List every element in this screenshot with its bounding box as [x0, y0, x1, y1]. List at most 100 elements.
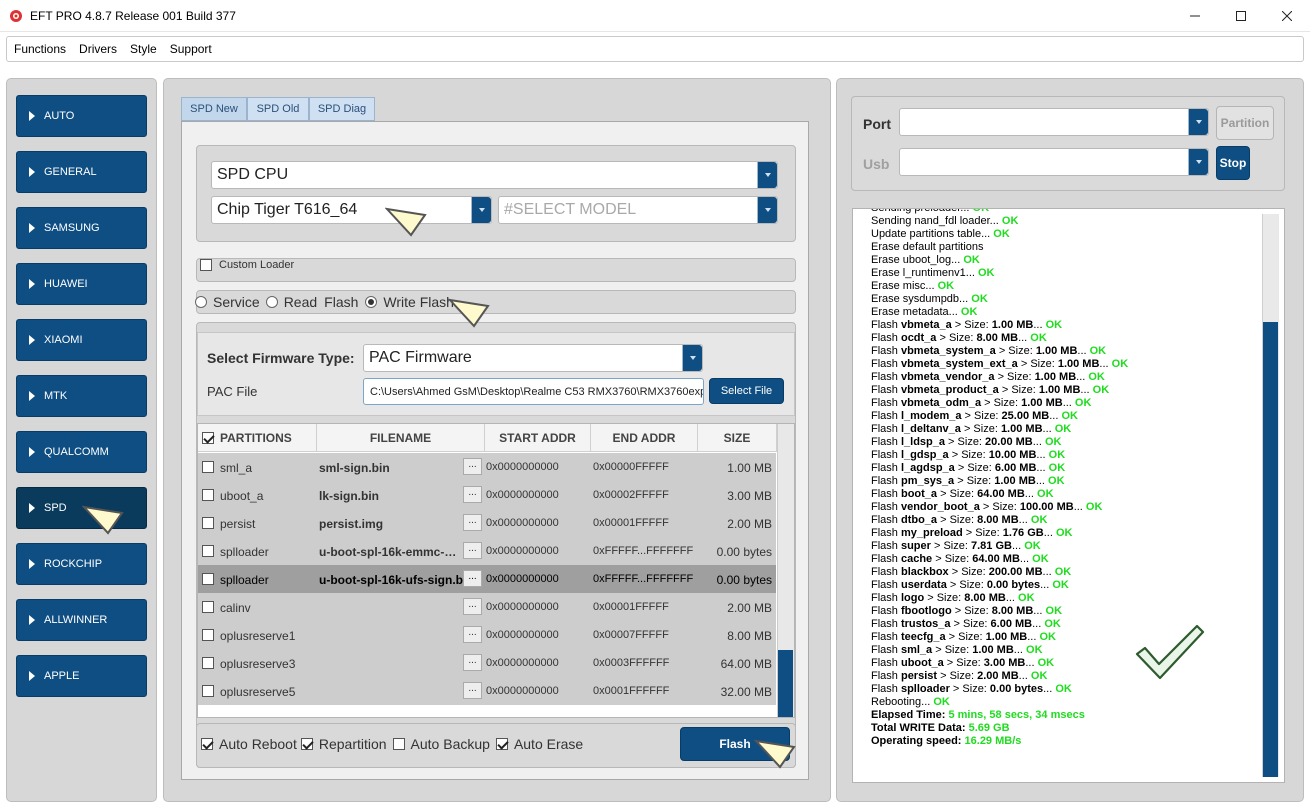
log-bold: my_preload	[900, 527, 963, 539]
row-checkbox[interactable]	[202, 601, 214, 613]
sidebar-item-mtk[interactable]: MTK	[16, 375, 147, 417]
auto-backup-checkbox[interactable]	[392, 738, 405, 750]
stop-button[interactable]: Stop	[1216, 146, 1250, 180]
minimize-icon	[1190, 15, 1200, 17]
log-bold: 1.00 MB	[1000, 423, 1043, 435]
browse-button[interactable]: ...	[463, 654, 482, 671]
table-row[interactable]: splloader u-boot-spl-16k-emmc-… ... 0x00…	[198, 537, 776, 565]
row-size: 2.00 MB	[727, 601, 772, 615]
log-bold: 1.00 MB	[1034, 371, 1077, 383]
sidebar-item-general[interactable]: GENERAL	[16, 151, 147, 193]
row-end-addr: 0x0001FFFFFF	[593, 685, 670, 697]
log-scrollbar-thumb[interactable]	[1263, 322, 1278, 777]
row-checkbox[interactable]	[202, 573, 214, 585]
log-text: > Size:	[945, 631, 986, 643]
sidebar-item-xiaomi[interactable]: XIAOMI	[16, 319, 147, 361]
write-flash-radio[interactable]	[365, 296, 378, 308]
chip-select[interactable]: Chip Tiger T616_64	[211, 196, 492, 224]
close-button[interactable]	[1264, 0, 1310, 32]
row-checkbox[interactable]	[202, 545, 214, 557]
sidebar-item-samsung[interactable]: SAMSUNG	[16, 207, 147, 249]
tab-spd-old[interactable]: SPD Old	[247, 97, 309, 121]
browse-button[interactable]: ...	[463, 514, 482, 531]
auto-reboot-checkbox[interactable]	[201, 738, 213, 750]
minimize-button[interactable]	[1172, 0, 1218, 32]
browse-button[interactable]: ...	[463, 598, 482, 615]
select-all-checkbox[interactable]	[202, 431, 214, 444]
usb-select[interactable]	[899, 148, 1209, 176]
log-bold: Total WRITE Data:	[871, 722, 966, 734]
read-radio[interactable]	[265, 296, 278, 308]
row-checkbox[interactable]	[202, 489, 214, 501]
col-partitions-header[interactable]: PARTITIONS	[198, 424, 317, 452]
table-row[interactable]: oplusreserve3 ... 0x0000000000 0x0003FFF…	[198, 649, 776, 677]
sidebar-item-label: GENERAL	[44, 166, 97, 178]
log-text: Flash	[871, 540, 901, 552]
log-text: Erase uboot_log...	[871, 254, 964, 266]
auto-erase-checkbox[interactable]	[495, 738, 508, 750]
log-bold: 10.00 MB	[988, 449, 1037, 461]
log-line: Erase default partitions	[871, 241, 1276, 254]
log-text: ...	[1013, 644, 1027, 656]
table-row[interactable]: sml_a sml-sign.bin ... 0x0000000000 0x00…	[198, 453, 776, 481]
log-bold: 1.00 MB	[1038, 384, 1081, 396]
browse-button[interactable]: ...	[463, 542, 482, 559]
log-bold: l_gdsp_a	[900, 449, 949, 461]
sidebar-item-auto[interactable]: AUTO	[16, 95, 147, 137]
menu-style[interactable]: Style	[130, 42, 157, 56]
menu-drivers[interactable]: Drivers	[79, 42, 117, 56]
table-scrollbar-thumb[interactable]	[778, 650, 793, 717]
pac-file-field[interactable]	[363, 378, 704, 405]
row-checkbox[interactable]	[202, 461, 214, 473]
port-select[interactable]	[899, 108, 1209, 136]
col-end-header[interactable]: END ADDR	[591, 424, 698, 452]
tab-spd-diag[interactable]: SPD Diag	[309, 97, 375, 121]
table-row[interactable]: calinv ... 0x0000000000 0x00001FFFFF 2.0…	[198, 593, 776, 621]
row-checkbox[interactable]	[202, 629, 214, 641]
log-ok: OK	[978, 267, 995, 279]
model-select[interactable]: #SELECT MODEL	[498, 196, 778, 224]
col-size-header[interactable]: SIZE	[698, 424, 777, 452]
table-row[interactable]: uboot_a lk-sign.bin ... 0x0000000000 0x0…	[198, 481, 776, 509]
browse-button[interactable]: ...	[463, 682, 482, 699]
partition-button[interactable]: Partition	[1216, 106, 1274, 140]
log-text: > Size:	[943, 657, 984, 669]
table-row[interactable]: oplusreserve5 ... 0x0000000000 0x0001FFF…	[198, 677, 776, 705]
log-line: Erase uboot_log... OK	[871, 254, 1276, 267]
browse-button[interactable]: ...	[463, 486, 482, 503]
caret-right-icon	[29, 503, 35, 513]
table-row[interactable]: persist persist.img ... 0x0000000000 0x0…	[198, 509, 776, 537]
tab-spd-new[interactable]: SPD New	[181, 97, 247, 121]
log-text: Flash	[871, 384, 901, 396]
custom-loader-checkbox[interactable]	[200, 259, 212, 271]
sidebar-item-rockchip[interactable]: ROCKCHIP	[16, 543, 147, 585]
browse-button[interactable]: ...	[463, 570, 482, 587]
table-row[interactable]: oplusreserve1 ... 0x0000000000 0x00007FF…	[198, 621, 776, 649]
browse-button[interactable]: ...	[463, 626, 482, 643]
log-text: Flash	[871, 423, 901, 435]
row-checkbox[interactable]	[202, 517, 214, 529]
col-filename-header[interactable]: FILENAME	[317, 424, 485, 452]
log-bold: vbmeta_product_a	[900, 384, 999, 396]
table-row-selected[interactable]: splloader u-boot-spl-16k-ufs-sign.bi ...…	[198, 565, 776, 593]
firmware-type-select[interactable]: PAC Firmware	[363, 344, 703, 372]
menu-functions[interactable]: Functions	[14, 42, 66, 56]
row-checkbox[interactable]	[202, 657, 214, 669]
repartition-checkbox[interactable]	[300, 738, 313, 750]
log-text: ...	[1032, 436, 1045, 448]
row-checkbox[interactable]	[202, 685, 214, 697]
select-file-button[interactable]: Select File	[709, 378, 784, 404]
chevron-down-icon	[1188, 149, 1208, 175]
service-radio[interactable]	[195, 296, 207, 308]
sidebar-item-qualcomm[interactable]: QUALCOMM	[16, 431, 147, 473]
sidebar-item-apple[interactable]: APPLE	[16, 655, 147, 697]
browse-button[interactable]: ...	[463, 458, 482, 475]
maximize-button[interactable]	[1218, 0, 1264, 32]
cpu-select[interactable]: SPD CPU	[211, 161, 778, 189]
log-text: ...	[1005, 592, 1019, 604]
row-partition: sml_a	[220, 461, 253, 475]
menu-support[interactable]: Support	[170, 42, 212, 56]
col-start-header[interactable]: START ADDR	[485, 424, 591, 452]
sidebar-item-allwinner[interactable]: ALLWINNER	[16, 599, 147, 641]
sidebar-item-huawei[interactable]: HUAWEI	[16, 263, 147, 305]
